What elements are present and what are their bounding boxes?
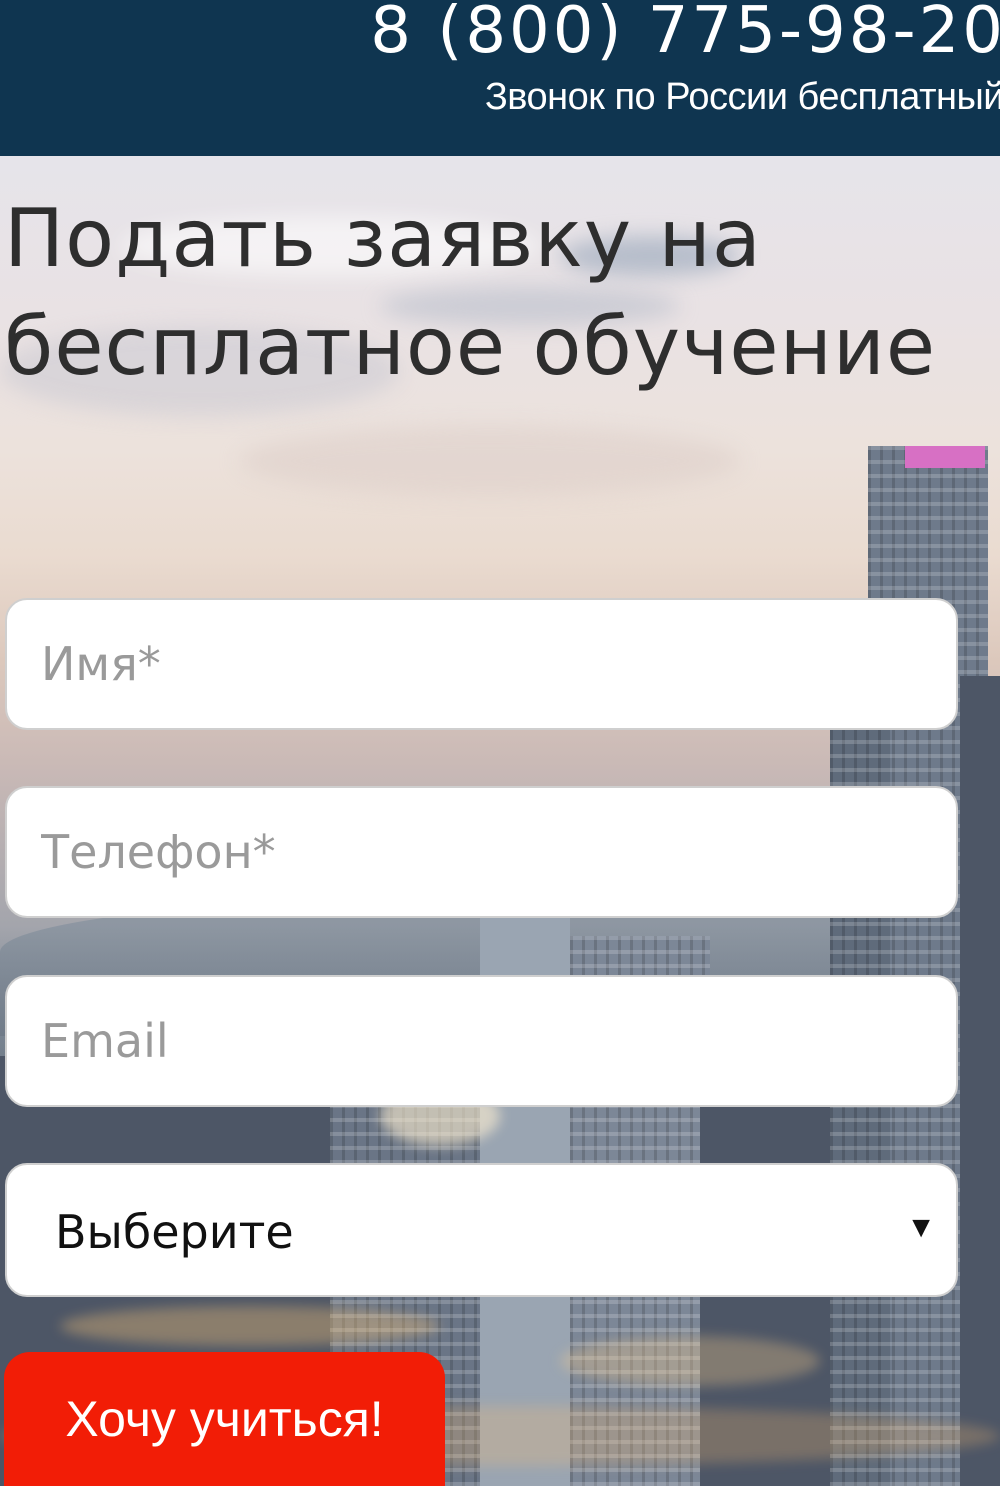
- course-select-value: Выберите: [55, 1205, 294, 1259]
- top-header: 8 (800) 775-98-20 Звонок по России беспл…: [0, 0, 1000, 156]
- header-phone-number[interactable]: 8 (800) 775-98-20: [370, 0, 1000, 68]
- form-title: Подать заявку на бесплатное обучение: [4, 192, 937, 393]
- phone-input[interactable]: [5, 786, 958, 918]
- submit-button[interactable]: Хочу учиться!: [4, 1352, 445, 1486]
- course-select[interactable]: Выберите ▼: [5, 1163, 958, 1297]
- caret-down-icon: ▼: [906, 1211, 936, 1244]
- email-input[interactable]: [5, 975, 958, 1107]
- header-phone-note: Звонок по России бесплатный: [484, 76, 1000, 118]
- name-input[interactable]: [5, 598, 958, 730]
